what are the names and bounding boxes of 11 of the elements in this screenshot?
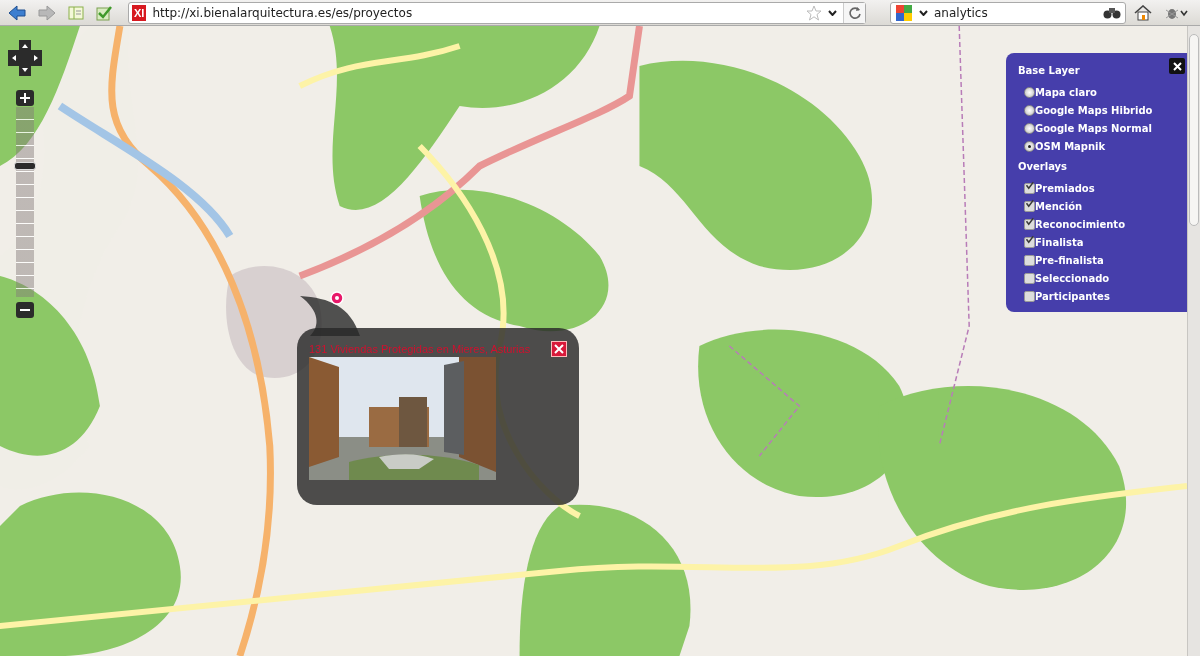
caret-icon[interactable] (828, 9, 837, 16)
binoculars-icon[interactable] (1103, 6, 1121, 19)
site-favicon: XI (132, 4, 147, 21)
search-field[interactable]: analytics (890, 1, 1126, 24)
caret-icon[interactable] (919, 9, 928, 16)
star-icon[interactable] (806, 4, 822, 21)
search-engine-icon[interactable] (895, 3, 913, 22)
scrollbar[interactable] (1187, 26, 1200, 656)
search-text: analytics (934, 5, 989, 20)
address-field[interactable]: XI http://xi.bienalarquitectura.es/es/proyectos (128, 1, 866, 24)
url-text: http://xi.bienalarquitectura.es/es/proyectos (152, 5, 414, 20)
